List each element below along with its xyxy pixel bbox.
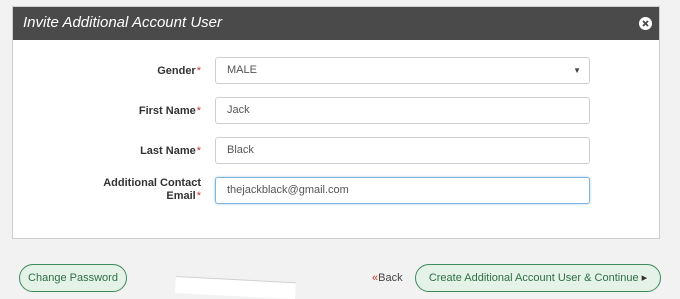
modal-title: Invite Additional Account User bbox=[23, 14, 222, 31]
play-arrow-icon: ▸ bbox=[641, 272, 648, 284]
gender-row: Gender* MALE ▼ bbox=[13, 57, 661, 85]
last-name-row: Last Name* Black bbox=[13, 137, 661, 165]
email-input[interactable]: thejackblack@gmail.com bbox=[215, 177, 590, 204]
gender-value: MALE bbox=[227, 64, 257, 76]
gender-label: Gender* bbox=[157, 65, 201, 77]
last-name-input[interactable]: Black bbox=[215, 137, 590, 164]
modal-footer: Change Password «Back Create Additional … bbox=[0, 260, 680, 292]
chevron-down-icon: ▼ bbox=[573, 66, 581, 75]
email-label: Additional Contact Email* bbox=[103, 177, 201, 202]
change-password-button[interactable]: Change Password bbox=[19, 264, 127, 292]
first-name-input[interactable]: Jack bbox=[215, 97, 590, 124]
close-icon[interactable] bbox=[639, 17, 652, 30]
back-link[interactable]: «Back bbox=[372, 272, 403, 284]
last-name-label: Last Name* bbox=[140, 145, 201, 157]
modal-header: Invite Additional Account User bbox=[13, 7, 659, 40]
first-name-row: First Name* Jack bbox=[13, 97, 661, 125]
first-name-label: First Name* bbox=[138, 105, 201, 117]
email-row: Additional Contact Email* thejackblack@g… bbox=[13, 177, 661, 205]
gender-select[interactable]: MALE ▼ bbox=[215, 57, 590, 84]
create-user-continue-button[interactable]: Create Additional Account User & Continu… bbox=[415, 264, 661, 292]
invite-user-modal: Invite Additional Account User Gender* M… bbox=[12, 6, 660, 239]
